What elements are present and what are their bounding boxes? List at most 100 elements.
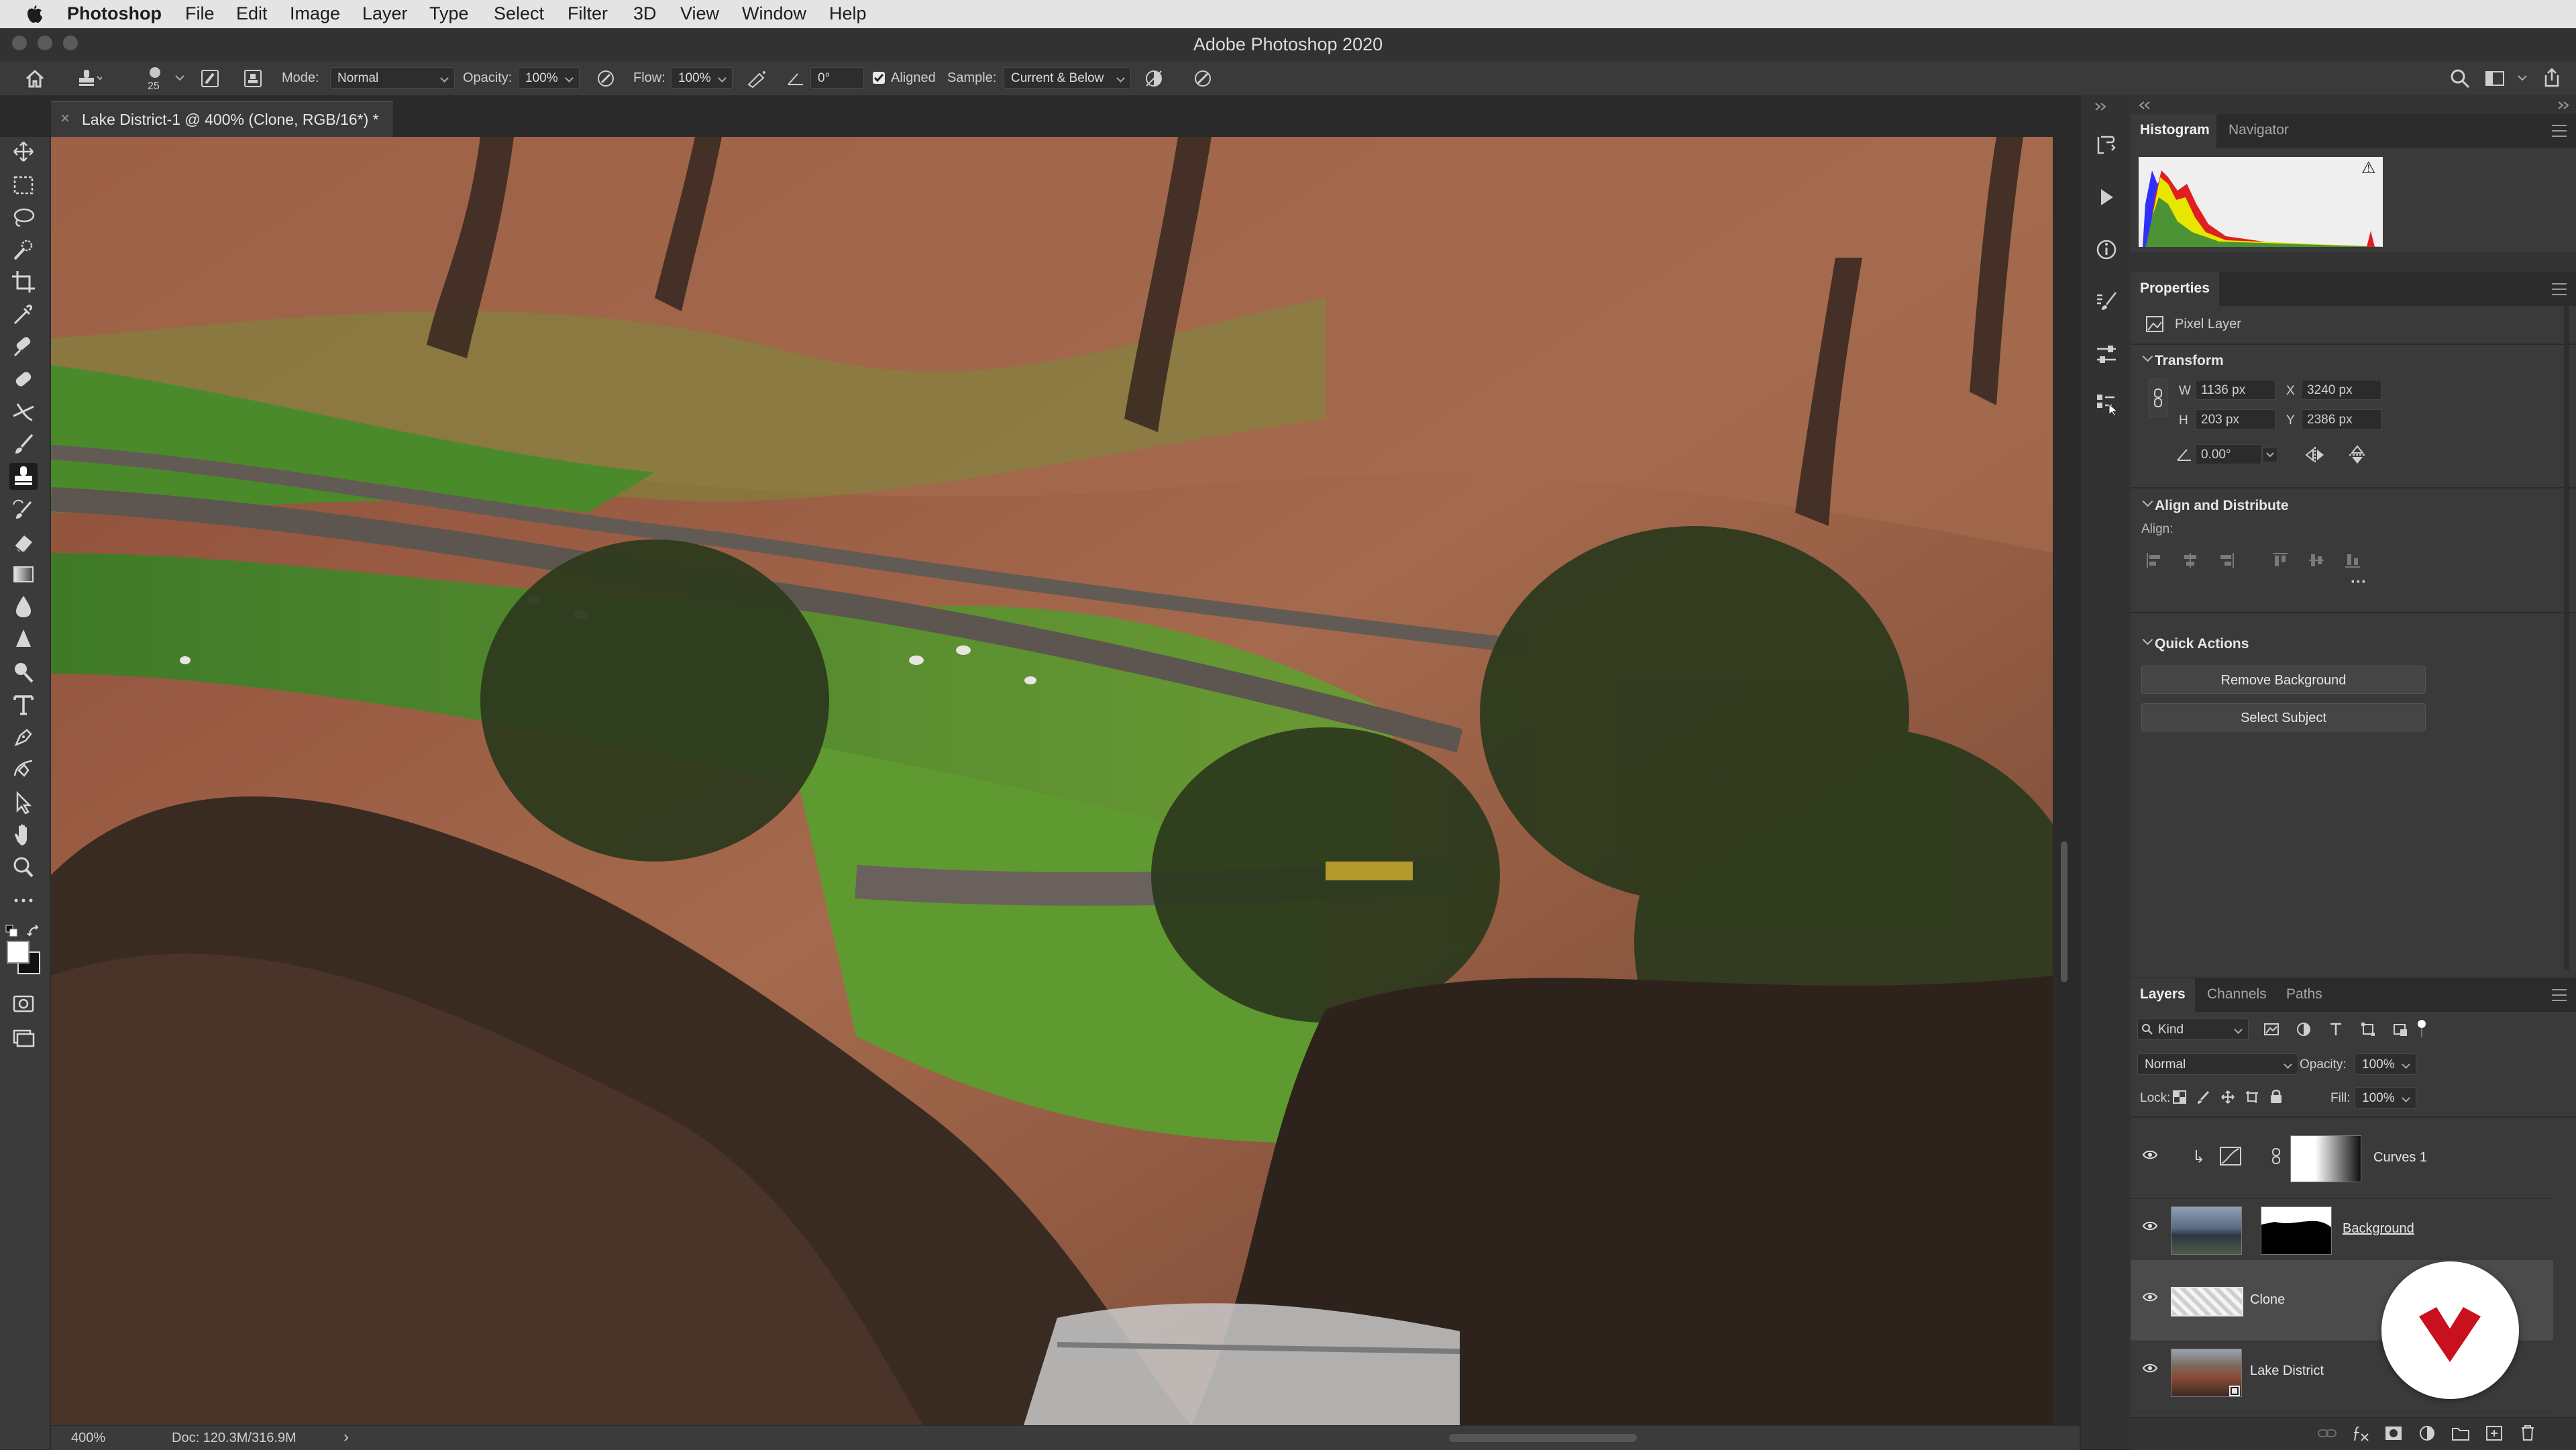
properties-scrollbar[interactable]: [2564, 306, 2569, 970]
workspace-icon[interactable]: [2485, 68, 2508, 89]
y-field[interactable]: 2386 px: [2301, 409, 2381, 429]
canvas-area[interactable]: [51, 137, 2080, 1425]
app-menu[interactable]: Photoshop: [67, 3, 162, 24]
layer-style-fx-icon[interactable]: [2352, 1425, 2371, 1442]
mask-link-icon[interactable]: [2271, 1147, 2281, 1165]
align-more-options-icon[interactable]: ···: [2351, 573, 2367, 592]
x-field[interactable]: 3240 px: [2301, 380, 2381, 400]
actions-play-icon[interactable]: [2092, 183, 2121, 212]
eyedropper-tool-icon[interactable]: [9, 301, 38, 327]
background-mask-thumbnail[interactable]: [2261, 1206, 2332, 1255]
quick-selection-tool-icon[interactable]: [9, 236, 38, 263]
info-icon[interactable]: [2092, 235, 2121, 264]
clone-source-panel-icon[interactable]: [243, 68, 263, 89]
rotate-angle-field[interactable]: 0.00°: [2195, 444, 2262, 464]
link-layers-icon[interactable]: [2317, 1426, 2337, 1441]
lock-artboard-icon[interactable]: [2245, 1090, 2259, 1104]
gradient-tool-icon[interactable]: [9, 561, 38, 588]
sample-select[interactable]: Current & Below: [1004, 67, 1131, 89]
collapse-panels-left-icon[interactable]: [2137, 101, 2151, 110]
healing-brush-tool-icon[interactable]: [9, 366, 38, 393]
visibility-eye-icon[interactable]: [2143, 1221, 2157, 1231]
mode-select[interactable]: Normal: [330, 67, 455, 89]
layer-name[interactable]: Lake District: [2250, 1363, 2324, 1379]
marquee-tool-icon[interactable]: [9, 172, 38, 199]
align-horizontal-centers-icon[interactable]: [2182, 552, 2199, 569]
blend-mode-select[interactable]: Normal: [2137, 1053, 2298, 1075]
link-dimensions-icon[interactable]: [2148, 378, 2168, 417]
add-layer-mask-icon[interactable]: [2384, 1425, 2403, 1442]
quick-actions-title[interactable]: Quick Actions: [2155, 636, 2249, 652]
layers-panel-menu-icon[interactable]: [2552, 989, 2567, 1001]
dodge-tool-icon[interactable]: [9, 625, 38, 652]
tab-navigator[interactable]: Navigator: [2229, 122, 2289, 138]
move-tool-icon[interactable]: [9, 138, 38, 165]
lock-position-icon[interactable]: [2220, 1090, 2235, 1104]
clone-stamp-tool-button[interactable]: [9, 463, 38, 490]
pen-tool-icon[interactable]: [9, 659, 38, 686]
layer-name[interactable]: Clone: [2250, 1292, 2285, 1308]
horizontal-scroll-thumb[interactable]: [1449, 1434, 1637, 1442]
collapse-panels-right-icon[interactable]: [2557, 101, 2571, 110]
curves-mask-thumbnail[interactable]: [2290, 1135, 2361, 1182]
layer-row-curves[interactable]: Curves 1: [2131, 1118, 2553, 1199]
lock-all-icon[interactable]: [2269, 1088, 2284, 1104]
brush-settings-panel-icon[interactable]: [200, 68, 220, 89]
tab-histogram[interactable]: Histogram: [2140, 122, 2210, 138]
filter-shape-layers-icon[interactable]: [2360, 1021, 2376, 1037]
document-canvas-image[interactable]: [51, 137, 2053, 1425]
path-pen-icon[interactable]: [9, 723, 38, 750]
history-brush-tool-icon[interactable]: [9, 497, 38, 523]
new-adjustment-layer-icon[interactable]: [2418, 1425, 2436, 1442]
path-selection-tool-icon[interactable]: [9, 789, 38, 816]
crop-tool-icon[interactable]: [9, 268, 38, 295]
filter-adjustment-layers-icon[interactable]: [2296, 1021, 2312, 1037]
new-group-folder-icon[interactable]: [2451, 1425, 2470, 1442]
histogram-warning-icon[interactable]: ⚠: [2361, 158, 2376, 178]
foreground-color-swatch[interactable]: [7, 941, 30, 964]
menu-select[interactable]: Select: [494, 3, 544, 24]
angle-dropdown-chevron-icon[interactable]: [2262, 447, 2278, 463]
type-tool-icon[interactable]: [9, 691, 38, 718]
transform-chevron-icon[interactable]: [2142, 351, 2153, 362]
search-icon[interactable]: [2450, 68, 2470, 89]
menu-window[interactable]: Window: [742, 3, 806, 24]
lock-image-pixels-icon[interactable]: [2196, 1090, 2211, 1104]
screen-mode-icon[interactable]: [9, 1024, 38, 1051]
menu-3d[interactable]: 3D: [633, 3, 657, 24]
pressure-opacity-icon[interactable]: [596, 68, 616, 89]
menu-view[interactable]: View: [680, 3, 719, 24]
align-chevron-icon[interactable]: [2142, 496, 2153, 507]
document-tab[interactable]: × Lake District-1 @ 400% (Clone, RGB/16*…: [51, 101, 393, 138]
apple-icon[interactable]: [25, 4, 43, 24]
blur-tool-icon[interactable]: [9, 593, 38, 620]
height-field[interactable]: 203 px: [2195, 409, 2275, 429]
align-left-edges-icon[interactable]: [2145, 552, 2163, 569]
menu-filter[interactable]: Filter: [568, 3, 608, 24]
menu-help[interactable]: Help: [829, 3, 867, 24]
align-bottom-edges-icon[interactable]: [2344, 552, 2361, 569]
brush-dropdown-chevron-icon[interactable]: [174, 72, 185, 83]
align-distribute-title[interactable]: Align and Distribute: [2155, 498, 2289, 514]
vertical-scroll-thumb[interactable]: [2061, 841, 2068, 982]
brush-settings-icon[interactable]: [2092, 287, 2121, 317]
tab-channels[interactable]: Channels: [2207, 986, 2267, 1002]
menu-type[interactable]: Type: [429, 3, 469, 24]
eraser-tool-icon[interactable]: [9, 529, 38, 556]
select-subject-button[interactable]: Select Subject: [2141, 703, 2426, 731]
edit-toolbar-icon[interactable]: [9, 887, 38, 914]
new-layer-icon[interactable]: [2485, 1425, 2504, 1442]
layer-row-background[interactable]: Background: [2131, 1189, 2553, 1270]
menu-edit[interactable]: Edit: [236, 3, 268, 24]
align-vertical-centers-icon[interactable]: [2308, 552, 2325, 569]
flip-horizontal-icon[interactable]: [2304, 446, 2326, 464]
layer-name[interactable]: Curves 1: [2373, 1150, 2427, 1166]
remove-background-button[interactable]: Remove Background: [2141, 666, 2426, 694]
clone-layer-thumbnail[interactable]: [2171, 1287, 2243, 1316]
menu-image[interactable]: Image: [290, 3, 340, 24]
tab-properties[interactable]: Properties: [2140, 280, 2210, 297]
spot-healing-brush-tool-icon[interactable]: [9, 333, 38, 360]
histogram-panel-menu-icon[interactable]: [2552, 125, 2567, 137]
flow-field[interactable]: 100%: [671, 67, 733, 89]
delete-layer-trash-icon[interactable]: [2518, 1423, 2537, 1442]
